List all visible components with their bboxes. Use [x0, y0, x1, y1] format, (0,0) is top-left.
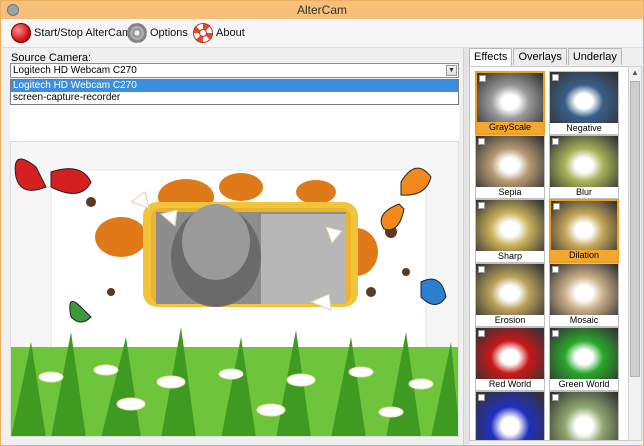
effect-checkbox[interactable] — [478, 138, 485, 145]
options-label: Options — [150, 27, 188, 39]
effect-checkbox[interactable] — [552, 330, 559, 337]
window-title: AlterCam — [296, 3, 347, 17]
record-icon — [11, 23, 31, 43]
effect-checkbox[interactable] — [478, 266, 485, 273]
info-panel — [10, 105, 459, 141]
effect-preview-image — [550, 264, 618, 317]
effect-checkbox[interactable] — [479, 75, 486, 82]
effect-checkbox[interactable] — [552, 138, 559, 145]
effect-label: Blur — [550, 187, 618, 198]
effect-label: Negative — [550, 123, 618, 134]
effect-checkbox[interactable] — [552, 266, 559, 273]
tab-overlays[interactable]: Overlays — [513, 48, 567, 65]
dropdown-option[interactable]: Logitech HD Webcam C270 — [11, 80, 458, 92]
effect-label: Green World — [550, 379, 618, 390]
effect-checkbox[interactable] — [478, 202, 485, 209]
effect-label: GrayScale — [477, 122, 543, 133]
effect-thumbnail[interactable]: Blur — [549, 135, 619, 199]
effect-checkbox[interactable] — [552, 74, 559, 81]
effect-thumbnail[interactable] — [549, 391, 619, 440]
effect-checkbox[interactable] — [552, 394, 559, 401]
effect-preview-image — [476, 136, 544, 189]
effect-label: Mosaic — [550, 315, 618, 326]
effect-checkbox[interactable] — [478, 330, 485, 337]
effect-preview-image — [476, 392, 544, 440]
title-bar: AlterCam — [1, 1, 643, 19]
toolbar: Start/Stop AlterCam Options About — [2, 19, 642, 48]
effect-thumbnail[interactable]: GrayScale — [475, 71, 545, 135]
source-camera-dropdown: Logitech HD Webcam C270 screen-capture-r… — [10, 79, 459, 105]
effect-thumbnail[interactable]: Sepia — [475, 135, 545, 199]
effect-thumbnail[interactable]: Dilation — [549, 199, 619, 263]
options-button[interactable]: Options — [127, 21, 188, 45]
effect-thumbnail[interactable]: Green World — [549, 327, 619, 391]
start-stop-label: Start/Stop AlterCam — [34, 27, 132, 39]
app-window: AlterCam Start/Stop AlterCam Options Abo… — [0, 0, 644, 446]
effect-preview-image — [550, 328, 618, 381]
camera-preview — [10, 141, 459, 437]
about-label: About — [216, 27, 245, 39]
effects-scrollbar[interactable]: ▲ — [628, 66, 642, 441]
effect-thumbnail[interactable]: Red World — [475, 327, 545, 391]
effects-grid: GrayScale Negative Sepia Blur Sharp Dilation E… — [469, 66, 629, 441]
effect-preview-image — [476, 328, 544, 381]
effect-checkbox[interactable] — [478, 394, 485, 401]
effect-label: Red World — [476, 379, 544, 390]
effect-preview-image — [550, 72, 618, 125]
effect-checkbox[interactable] — [553, 203, 560, 210]
about-button[interactable]: About — [193, 21, 245, 45]
effect-preview-image — [476, 200, 544, 253]
effect-label: Dilation — [551, 250, 617, 261]
chevron-down-icon[interactable]: ▼ — [446, 65, 457, 76]
tab-effects[interactable]: Effects — [469, 48, 513, 67]
start-stop-button[interactable]: Start/Stop AlterCam — [11, 21, 131, 45]
effect-thumbnail[interactable]: Erosion — [475, 263, 545, 327]
scroll-thumb[interactable] — [630, 81, 640, 377]
effect-preview-image — [477, 73, 543, 126]
effect-thumbnail[interactable]: Mosaic — [549, 263, 619, 327]
effect-label: Sharp — [476, 251, 544, 262]
tab-underlay[interactable]: Underlay — [567, 48, 622, 65]
preview-image — [11, 142, 458, 436]
effect-preview-image — [550, 136, 618, 189]
effect-label: Sepia — [476, 187, 544, 198]
effect-preview-image — [476, 264, 544, 317]
effect-label: Erosion — [476, 315, 544, 326]
effects-tabs: Effects Overlays Underlay — [469, 48, 623, 67]
effect-thumbnail[interactable]: Sharp — [475, 199, 545, 263]
scroll-up-icon[interactable]: ▲ — [629, 67, 641, 79]
gear-icon — [127, 23, 147, 43]
source-camera-value: Logitech HD Webcam C270 — [13, 65, 137, 76]
source-camera-select[interactable]: Logitech HD Webcam C270 ▼ — [10, 63, 459, 78]
effect-thumbnail[interactable] — [475, 391, 545, 440]
effect-preview-image — [551, 201, 617, 254]
dropdown-option[interactable]: screen-capture-recorder — [11, 92, 458, 104]
effect-preview-image — [550, 392, 618, 440]
lifebuoy-icon — [193, 23, 213, 43]
effect-thumbnail[interactable]: Negative — [549, 71, 619, 135]
